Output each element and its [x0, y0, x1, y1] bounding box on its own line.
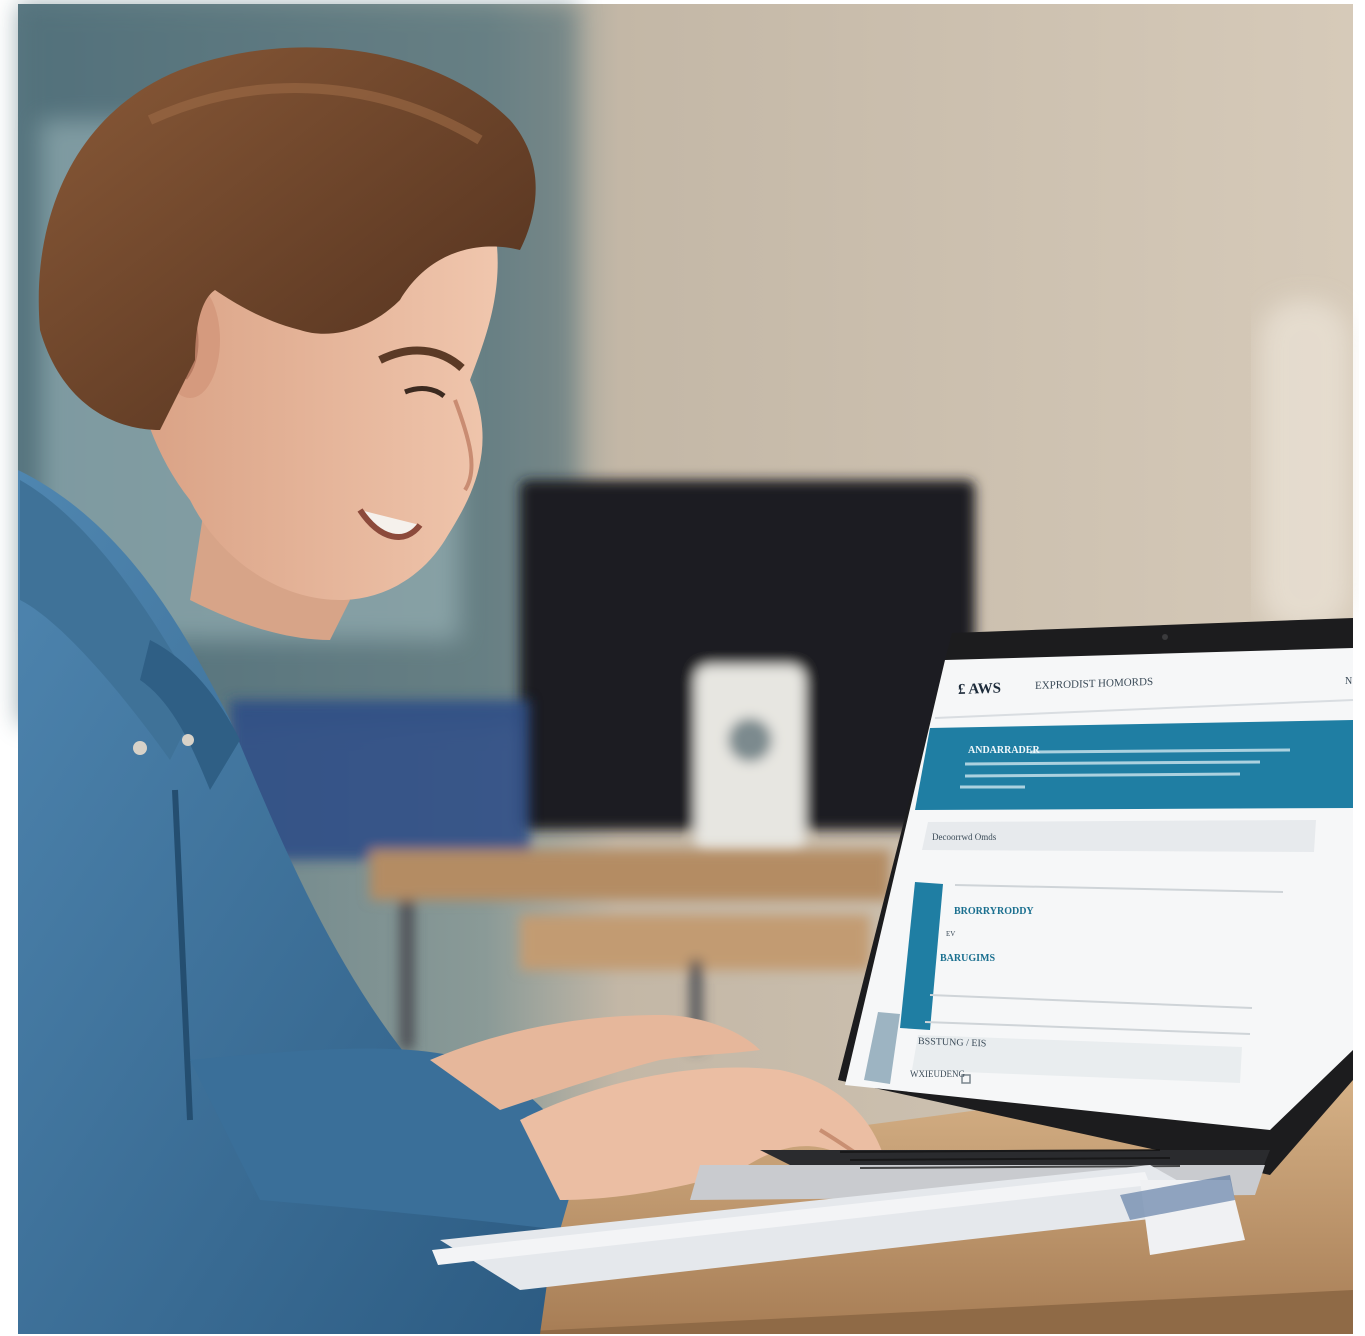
background-monitor — [520, 480, 975, 855]
laptop-banner-heading: ANDARRADER — [968, 745, 1040, 756]
laptop-logo: £ AWS — [958, 680, 1001, 698]
photo-scene — [18, 4, 1354, 1334]
laptop-card-subheading: BARUGIMS — [940, 953, 996, 964]
laptop-card-small: EV — [946, 930, 956, 938]
laptop-edge-letter: N — [1345, 676, 1353, 687]
laptop-card-heading: BRORRYRODDY — [954, 906, 1034, 917]
laptop-breadcrumb: Decoorrwd Omds — [932, 832, 997, 842]
laptop-form-row: BSSTUNG / EIS — [918, 1036, 987, 1050]
laptop-form-checkbox-label: WXIEUDENG — [910, 1069, 965, 1079]
